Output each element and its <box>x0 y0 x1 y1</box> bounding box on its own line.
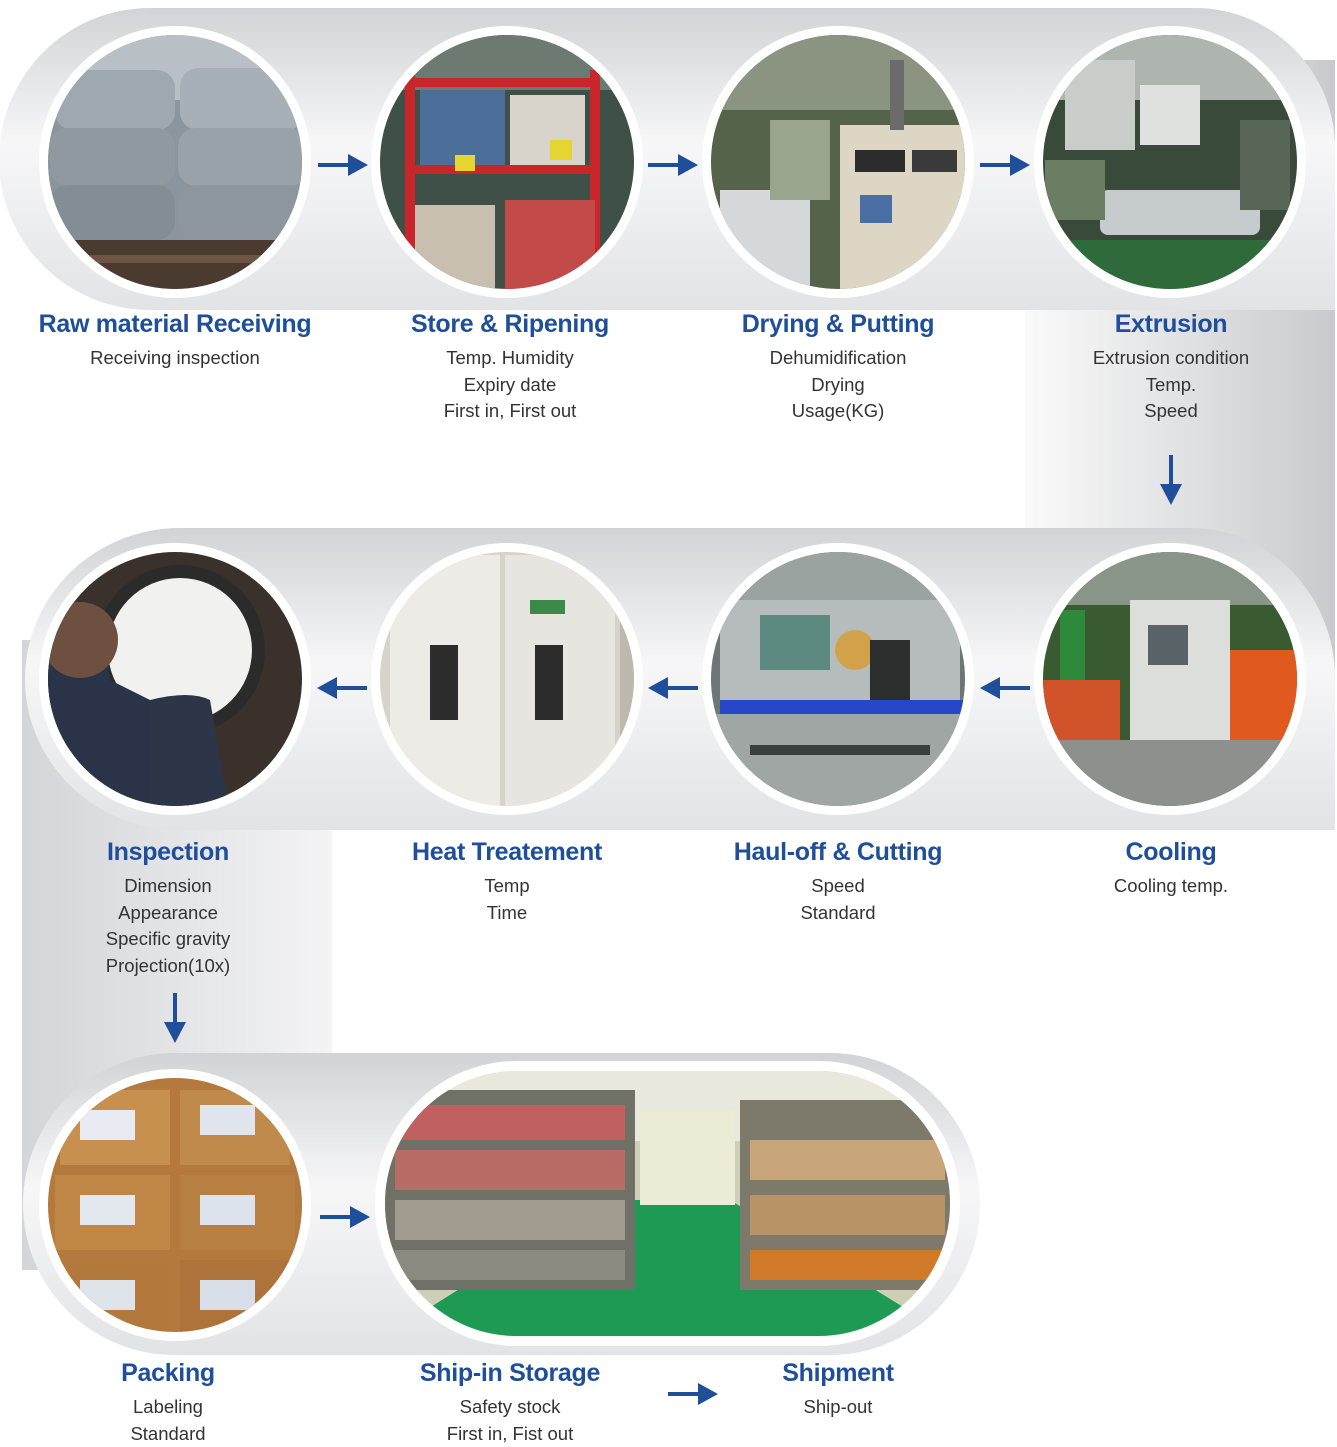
warehouse-photo <box>375 1061 960 1346</box>
step-detail: Safety stock <box>459 1396 561 1417</box>
step-heat-treatement: Heat Treatement Temp Time <box>357 837 657 926</box>
step-details: Temp Time <box>357 873 657 926</box>
step-title: Drying & Putting <box>741 310 935 338</box>
step-title: Shipment <box>782 1359 894 1387</box>
step-details: Speed Standard <box>688 873 988 926</box>
step-detail: Receiving inspection <box>90 347 260 368</box>
step-detail: Usage(KG) <box>791 400 885 421</box>
step-detail: Extrusion condition <box>1092 347 1250 368</box>
step-detail: Dimension <box>124 875 212 896</box>
step-details: Labeling Standard <box>18 1394 318 1447</box>
step-detail: First in, First out <box>443 400 577 421</box>
step-packing: Packing Labeling Standard <box>18 1358 318 1447</box>
step-details: Receiving inspection <box>25 345 325 372</box>
step-drying-putting: Drying & Putting Dehumidification Drying… <box>688 309 988 425</box>
step-title: Store & Ripening <box>411 310 609 338</box>
step-detail: Drying <box>811 373 865 395</box>
step-detail: Dehumidification <box>769 347 907 368</box>
step-detail: Labeling <box>133 1396 203 1417</box>
step-detail: Speed <box>1144 400 1198 421</box>
step-details: Safety stock First in, Fist out <box>360 1394 660 1447</box>
step-haul-off-cutting: Haul-off & Cutting Speed Standard <box>688 837 988 926</box>
step-details: Dehumidification Drying Usage(KG) <box>688 345 988 425</box>
step-details: Cooling temp. <box>1021 873 1321 900</box>
step-title: Packing <box>121 1359 215 1387</box>
step-details: Ship-out <box>688 1394 988 1421</box>
step-detail: Temp. Humidity <box>446 347 574 368</box>
step-detail: Temp <box>484 875 530 896</box>
step-title: Extrusion <box>1114 310 1228 338</box>
step-detail: Time <box>486 901 528 923</box>
step-detail: Specific gravity <box>105 928 231 949</box>
step-detail: First in, Fist out <box>446 1422 574 1444</box>
step-detail: Standard <box>800 901 876 923</box>
step-detail: Expiry date <box>463 373 557 395</box>
step-detail: Projection(10x) <box>105 954 231 976</box>
step-extrusion: Extrusion Extrusion condition Temp. Spee… <box>1021 309 1321 425</box>
process-flow-diagram: Raw material Receiving Receiving inspect… <box>0 0 1337 1447</box>
step-cooling: Cooling Cooling temp. <box>1021 837 1321 900</box>
step-details: Dimension Appearance Specific gravity Pr… <box>18 873 318 979</box>
step-title: Haul-off & Cutting <box>733 838 943 866</box>
step-detail: Ship-out <box>803 1396 873 1417</box>
step-detail: Speed <box>811 875 865 896</box>
step-details: Extrusion condition Temp. Speed <box>1021 345 1321 425</box>
step-detail: Standard <box>130 1422 206 1444</box>
step-ship-in-storage: Ship-in Storage Safety stock First in, F… <box>360 1358 660 1447</box>
step-shipment: Shipment Ship-out <box>688 1358 988 1421</box>
step-detail: Temp. <box>1145 373 1197 395</box>
step-detail: Appearance <box>118 901 218 923</box>
step-title: Ship-in Storage <box>419 1359 601 1387</box>
step-title: Heat Treatement <box>411 838 603 866</box>
step-title: Raw material Receiving <box>38 310 312 338</box>
step-detail: Cooling temp. <box>1113 875 1229 896</box>
step-title: Inspection <box>106 838 229 866</box>
step-inspection: Inspection Dimension Appearance Specific… <box>18 837 318 979</box>
step-details: Temp. Humidity Expiry date First in, Fir… <box>360 345 660 425</box>
bagged-raw-material-photo <box>39 26 311 298</box>
step-title: Cooling <box>1125 838 1217 866</box>
process-flow-graphic <box>0 8 1335 1405</box>
step-raw-material-receiving: Raw material Receiving Receiving inspect… <box>25 309 325 372</box>
step-store-ripening: Store & Ripening Temp. Humidity Expiry d… <box>360 309 660 425</box>
